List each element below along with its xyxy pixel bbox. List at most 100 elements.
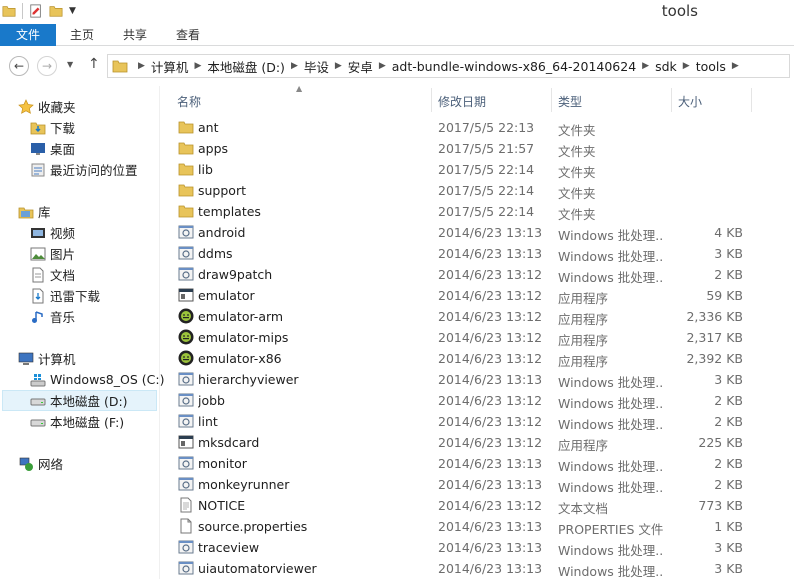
breadcrumb-anzhuo[interactable]: 安卓 (348, 57, 373, 76)
customize-quick-access-chevron-icon[interactable]: ▼ (69, 6, 76, 16)
breadcrumb-tools[interactable]: tools (696, 59, 726, 74)
up-arrow-icon[interactable]: ↑ (88, 56, 100, 72)
file-type: 文件夹 (558, 207, 596, 222)
forward-button[interactable]: → (37, 56, 57, 76)
file-row[interactable]: android 2014/6/23 13:13 Windows 批处理... 4 KB (170, 222, 790, 243)
column-header-name[interactable]: 名称 (177, 93, 201, 110)
breadcrumb-drive-d[interactable]: 本地磁盘 (D:) (207, 57, 285, 76)
downloads-folder-icon (30, 120, 46, 136)
file-name: monitor (198, 456, 247, 471)
file-row[interactable]: emulator-mips 2014/6/23 13:12 应用程序 2,317 KB (170, 327, 790, 348)
navigation-pane: 收藏夹 下载 桌面 最近访问的位置 库 视频 图片 文档 迅雷下载 音乐 计算机 (0, 86, 164, 579)
file-date: 2014/6/23 13:12 (438, 435, 543, 450)
nav-documents[interactable]: 文档 (30, 264, 75, 285)
column-header-date[interactable]: 修改日期 (438, 93, 486, 110)
nav-videos-label: 视频 (50, 226, 76, 241)
file-size: 3 KB (714, 372, 743, 387)
nav-drive-d[interactable]: 本地磁盘 (D:) (2, 390, 157, 411)
file-row[interactable]: uiautomatorviewer 2014/6/23 13:13 Windows … (170, 558, 790, 579)
file-row[interactable]: emulator-x86 2014/6/23 13:12 应用程序 2,392 KB (170, 348, 790, 369)
nav-drive-f[interactable]: 本地磁盘 (F:) (30, 411, 124, 432)
file-row[interactable]: mksdcard 2014/6/23 13:12 应用程序 225 KB (170, 432, 790, 453)
windows-drive-icon (30, 372, 46, 388)
file-row[interactable]: lint 2014/6/23 13:12 Windows 批处理... 2 KB (170, 411, 790, 432)
file-name: android (198, 225, 246, 240)
file-row[interactable]: ant 2017/5/5 22:13 文件夹 (170, 117, 790, 138)
nav-favorites-label: 收藏夹 (38, 100, 76, 115)
breadcrumb-separator-icon[interactable]: ▶ (335, 61, 342, 71)
file-size: 773 KB (698, 498, 743, 513)
file-type: 应用程序 (558, 333, 609, 348)
nav-favorites[interactable]: 收藏夹 (18, 96, 76, 117)
batch-icon (178, 224, 194, 240)
file-row[interactable]: hierarchyviewer 2014/6/23 13:13 Windows 批处… (170, 369, 790, 390)
tab-share[interactable]: 共享 (123, 24, 147, 46)
file-row[interactable]: monkeyrunner 2014/6/23 13:13 Windows 批处理..… (170, 474, 790, 495)
file-date: 2014/6/23 13:13 (438, 477, 543, 492)
file-date: 2017/5/5 22:13 (438, 120, 535, 135)
file-row[interactable]: emulator 2014/6/23 13:12 应用程序 59 KB (170, 285, 790, 306)
file-row[interactable]: support 2017/5/5 22:14 文件夹 (170, 180, 790, 201)
column-divider[interactable] (431, 88, 432, 112)
address-bar[interactable]: ▶ 计算机 ▶ 本地磁盘 (D:) ▶ 毕设 ▶ 安卓 ▶ adt-bundle… (107, 54, 790, 78)
nav-drive-c[interactable]: Windows8_OS (C:) (30, 369, 164, 390)
breadcrumb-separator-icon[interactable]: ▶ (642, 61, 649, 71)
file-row[interactable]: emulator-arm 2014/6/23 13:12 应用程序 2,336 KB (170, 306, 790, 327)
file-row[interactable]: traceview 2014/6/23 13:13 Windows 批处理... 3 … (170, 537, 790, 558)
network-icon (18, 456, 34, 472)
breadcrumb-separator-icon[interactable]: ▶ (379, 61, 386, 71)
file-type: 应用程序 (558, 291, 609, 306)
nav-computer[interactable]: 计算机 (18, 348, 76, 369)
file-row[interactable]: jobb 2014/6/23 13:12 Windows 批处理... 2 KB (170, 390, 790, 411)
file-row[interactable]: draw9patch 2014/6/23 13:12 Windows 批处理... 2… (170, 264, 790, 285)
window-title: tools (661, 2, 698, 20)
column-header-size[interactable]: 大小 (678, 93, 702, 110)
breadcrumb-bishe[interactable]: 毕设 (304, 57, 329, 76)
tab-view[interactable]: 查看 (176, 24, 200, 46)
nav-desktop[interactable]: 桌面 (30, 138, 75, 159)
nav-libraries[interactable]: 库 (18, 201, 51, 222)
file-date: 2017/5/5 22:14 (438, 183, 535, 198)
file-date: 2014/6/23 13:13 (438, 372, 543, 387)
file-row[interactable]: apps 2017/5/5 21:57 文件夹 (170, 138, 790, 159)
file-size: 2 KB (714, 414, 743, 429)
nav-downloads[interactable]: 下载 (30, 117, 75, 138)
nav-thunder-downloads[interactable]: 迅雷下载 (30, 285, 100, 306)
nav-pictures[interactable]: 图片 (30, 243, 75, 264)
breadcrumb-separator-icon[interactable]: ▶ (683, 61, 690, 71)
nav-recent-places[interactable]: 最近访问的位置 (30, 159, 138, 180)
file-type: Windows 批处理... (558, 270, 663, 285)
breadcrumb-adt-bundle[interactable]: adt-bundle-windows-x86_64-20140624 (392, 59, 636, 74)
file-row[interactable]: NOTICE 2014/6/23 13:12 文本文档 773 KB (170, 495, 790, 516)
tab-file[interactable]: 文件 (0, 24, 56, 46)
column-divider[interactable] (551, 88, 552, 112)
folder-icon (178, 161, 194, 177)
file-row[interactable]: lib 2017/5/5 22:14 文件夹 (170, 159, 790, 180)
nav-network[interactable]: 网络 (18, 453, 63, 474)
column-header-type[interactable]: 类型 (558, 93, 582, 110)
file-name: ddms (198, 246, 233, 261)
recent-locations-chevron-icon[interactable]: ▼ (67, 60, 73, 69)
nav-videos[interactable]: 视频 (30, 222, 75, 243)
properties-icon[interactable] (29, 4, 43, 18)
column-divider[interactable] (671, 88, 672, 112)
breadcrumb-separator-icon[interactable]: ▶ (194, 61, 201, 71)
back-button[interactable]: ← (9, 56, 29, 76)
breadcrumb-computer[interactable]: 计算机 (151, 57, 189, 76)
new-folder-icon[interactable] (49, 4, 63, 18)
file-date: 2014/6/23 13:13 (438, 246, 543, 261)
breadcrumb-separator-icon[interactable]: ▶ (291, 61, 298, 71)
file-row[interactable]: templates 2017/5/5 22:14 文件夹 (170, 201, 790, 222)
breadcrumb-separator-icon[interactable]: ▶ (732, 61, 739, 71)
folder-icon[interactable] (2, 4, 16, 18)
file-row[interactable]: monitor 2014/6/23 13:13 Windows 批处理... 2 KB (170, 453, 790, 474)
column-divider[interactable] (751, 88, 752, 112)
nav-music[interactable]: 音乐 (30, 306, 75, 327)
file-type: Windows 批处理... (558, 459, 663, 474)
star-icon (18, 98, 34, 115)
file-icon (178, 518, 194, 534)
tab-home[interactable]: 主页 (70, 24, 94, 46)
file-row[interactable]: ddms 2014/6/23 13:13 Windows 批处理... 3 KB (170, 243, 790, 264)
file-row[interactable]: source.properties 2014/6/23 13:13 PROPERTI… (170, 516, 790, 537)
breadcrumb-sdk[interactable]: sdk (655, 59, 677, 74)
